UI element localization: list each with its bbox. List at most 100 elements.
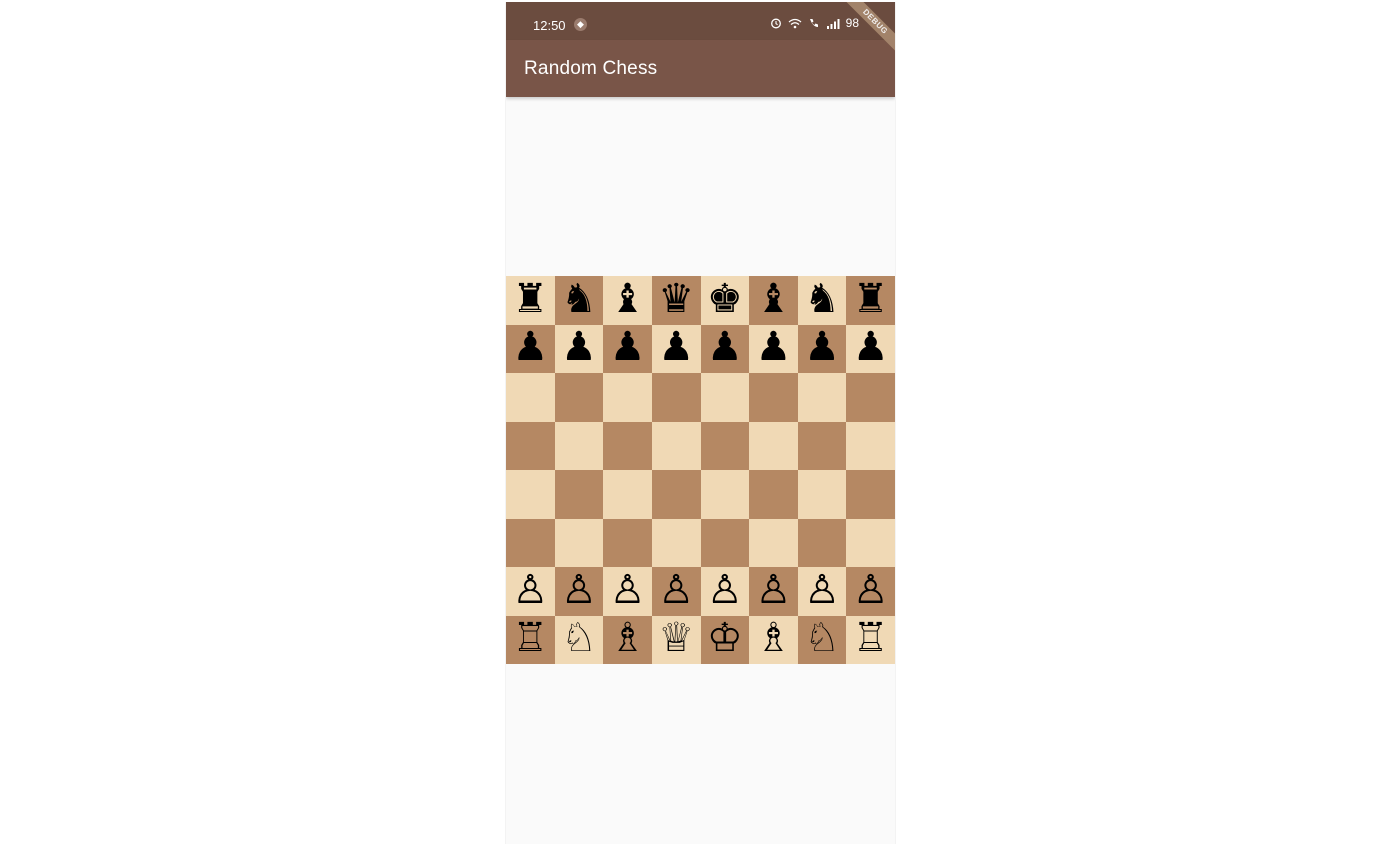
- board-square-d4[interactable]: [651, 470, 701, 519]
- white-rook-icon[interactable]: ♖: [853, 618, 889, 658]
- board-square-g2[interactable]: ♙: [797, 567, 847, 616]
- board-square-d3[interactable]: [651, 518, 701, 567]
- board-square-h4[interactable]: [846, 470, 895, 519]
- board-square-a1[interactable]: ♖: [506, 615, 555, 664]
- board-square-b7[interactable]: ♟: [554, 324, 604, 373]
- board-square-a3[interactable]: [506, 518, 555, 567]
- white-bishop-icon[interactable]: ♗: [756, 618, 792, 658]
- white-pawn-icon[interactable]: ♙: [804, 570, 840, 610]
- board-square-c1[interactable]: ♗: [603, 615, 652, 664]
- board-square-c7[interactable]: ♟: [603, 324, 652, 373]
- board-square-h3[interactable]: [846, 518, 895, 567]
- board-square-b1[interactable]: ♘: [554, 615, 604, 664]
- board-square-h6[interactable]: [846, 373, 895, 422]
- black-queen-icon[interactable]: ♛: [658, 279, 694, 319]
- board-square-f7[interactable]: ♟: [749, 324, 798, 373]
- white-pawn-icon[interactable]: ♙: [707, 570, 743, 610]
- board-square-e3[interactable]: [700, 518, 750, 567]
- board-square-f3[interactable]: [749, 518, 798, 567]
- board-square-d6[interactable]: [651, 373, 701, 422]
- board-square-a8[interactable]: ♜: [506, 276, 555, 325]
- board-square-f8[interactable]: ♝: [749, 276, 798, 325]
- board-square-h8[interactable]: ♜: [846, 276, 895, 325]
- board-square-g8[interactable]: ♞: [797, 276, 847, 325]
- board-square-a4[interactable]: [506, 470, 555, 519]
- wifi-icon: [788, 18, 802, 28]
- board-square-g5[interactable]: [797, 421, 847, 470]
- board-square-d8[interactable]: ♛: [651, 276, 701, 325]
- board-square-c6[interactable]: [603, 373, 652, 422]
- board-square-c2[interactable]: ♙: [603, 567, 652, 616]
- white-pawn-icon[interactable]: ♙: [512, 570, 548, 610]
- board-square-d7[interactable]: ♟: [651, 324, 701, 373]
- board-square-e1[interactable]: ♔: [700, 615, 750, 664]
- alarm-icon: [770, 18, 781, 29]
- chess-board: ♜ ♞ ♝ ♛ ♚ ♝ ♞ ♜ ♟ ♟ ♟ ♟ ♟ ♟ ♟ ♟ ♙ ♙ ♙ ♙ ♙ ♙ ♙ ♙ ♖ ♘ ♗ ♕ ♔ ♗ ♘ ♖: [506, 276, 895, 664]
- white-bishop-icon[interactable]: ♗: [610, 618, 646, 658]
- board-square-e8[interactable]: ♚: [700, 276, 750, 325]
- black-knight-icon[interactable]: ♞: [561, 279, 597, 319]
- black-pawn-icon[interactable]: ♟: [561, 327, 597, 367]
- board-square-d5[interactable]: [651, 421, 701, 470]
- board-square-f2[interactable]: ♙: [749, 567, 798, 616]
- board-square-e5[interactable]: [700, 421, 750, 470]
- board-square-c3[interactable]: [603, 518, 652, 567]
- board-square-b2[interactable]: ♙: [554, 567, 604, 616]
- board-square-d1[interactable]: ♕: [651, 615, 701, 664]
- board-square-a7[interactable]: ♟: [506, 324, 555, 373]
- board-square-b6[interactable]: [554, 373, 604, 422]
- board-square-g4[interactable]: [797, 470, 847, 519]
- board-square-h7[interactable]: ♟: [846, 324, 895, 373]
- black-rook-icon[interactable]: ♜: [512, 279, 548, 319]
- board-square-g3[interactable]: [797, 518, 847, 567]
- board-square-f6[interactable]: [749, 373, 798, 422]
- board-square-a6[interactable]: [506, 373, 555, 422]
- white-king-icon[interactable]: ♔: [707, 618, 743, 658]
- board-square-b3[interactable]: [554, 518, 604, 567]
- black-knight-icon[interactable]: ♞: [804, 279, 840, 319]
- board-square-b4[interactable]: [554, 470, 604, 519]
- white-pawn-icon[interactable]: ♙: [853, 570, 889, 610]
- black-pawn-icon[interactable]: ♟: [610, 327, 646, 367]
- board-square-b8[interactable]: ♞: [554, 276, 604, 325]
- black-bishop-icon[interactable]: ♝: [756, 279, 792, 319]
- black-rook-icon[interactable]: ♜: [853, 279, 889, 319]
- black-pawn-icon[interactable]: ♟: [658, 327, 694, 367]
- board-square-c5[interactable]: [603, 421, 652, 470]
- black-pawn-icon[interactable]: ♟: [853, 327, 889, 367]
- app-bar: Random Chess: [506, 40, 895, 97]
- board-square-e2[interactable]: ♙: [700, 567, 750, 616]
- white-pawn-icon[interactable]: ♙: [561, 570, 597, 610]
- white-knight-icon[interactable]: ♘: [804, 618, 840, 658]
- board-square-c4[interactable]: [603, 470, 652, 519]
- black-pawn-icon[interactable]: ♟: [804, 327, 840, 367]
- board-square-a2[interactable]: ♙: [506, 567, 555, 616]
- board-square-d2[interactable]: ♙: [651, 567, 701, 616]
- white-pawn-icon[interactable]: ♙: [756, 570, 792, 610]
- board-square-e7[interactable]: ♟: [700, 324, 750, 373]
- black-pawn-icon[interactable]: ♟: [512, 327, 548, 367]
- white-pawn-icon[interactable]: ♙: [658, 570, 694, 610]
- board-square-f5[interactable]: [749, 421, 798, 470]
- black-pawn-icon[interactable]: ♟: [707, 327, 743, 367]
- board-square-c8[interactable]: ♝: [603, 276, 652, 325]
- white-rook-icon[interactable]: ♖: [512, 618, 548, 658]
- black-king-icon[interactable]: ♚: [707, 279, 743, 319]
- white-pawn-icon[interactable]: ♙: [610, 570, 646, 610]
- white-queen-icon[interactable]: ♕: [658, 618, 694, 658]
- board-square-e4[interactable]: [700, 470, 750, 519]
- board-square-h2[interactable]: ♙: [846, 567, 895, 616]
- board-square-f4[interactable]: [749, 470, 798, 519]
- board-square-g7[interactable]: ♟: [797, 324, 847, 373]
- white-knight-icon[interactable]: ♘: [561, 618, 597, 658]
- board-square-h1[interactable]: ♖: [846, 615, 895, 664]
- board-square-h5[interactable]: [846, 421, 895, 470]
- black-bishop-icon[interactable]: ♝: [610, 279, 646, 319]
- board-square-g6[interactable]: [797, 373, 847, 422]
- black-pawn-icon[interactable]: ♟: [756, 327, 792, 367]
- board-square-e6[interactable]: [700, 373, 750, 422]
- board-square-f1[interactable]: ♗: [749, 615, 798, 664]
- board-square-g1[interactable]: ♘: [797, 615, 847, 664]
- board-square-b5[interactable]: [554, 421, 604, 470]
- board-square-a5[interactable]: [506, 421, 555, 470]
